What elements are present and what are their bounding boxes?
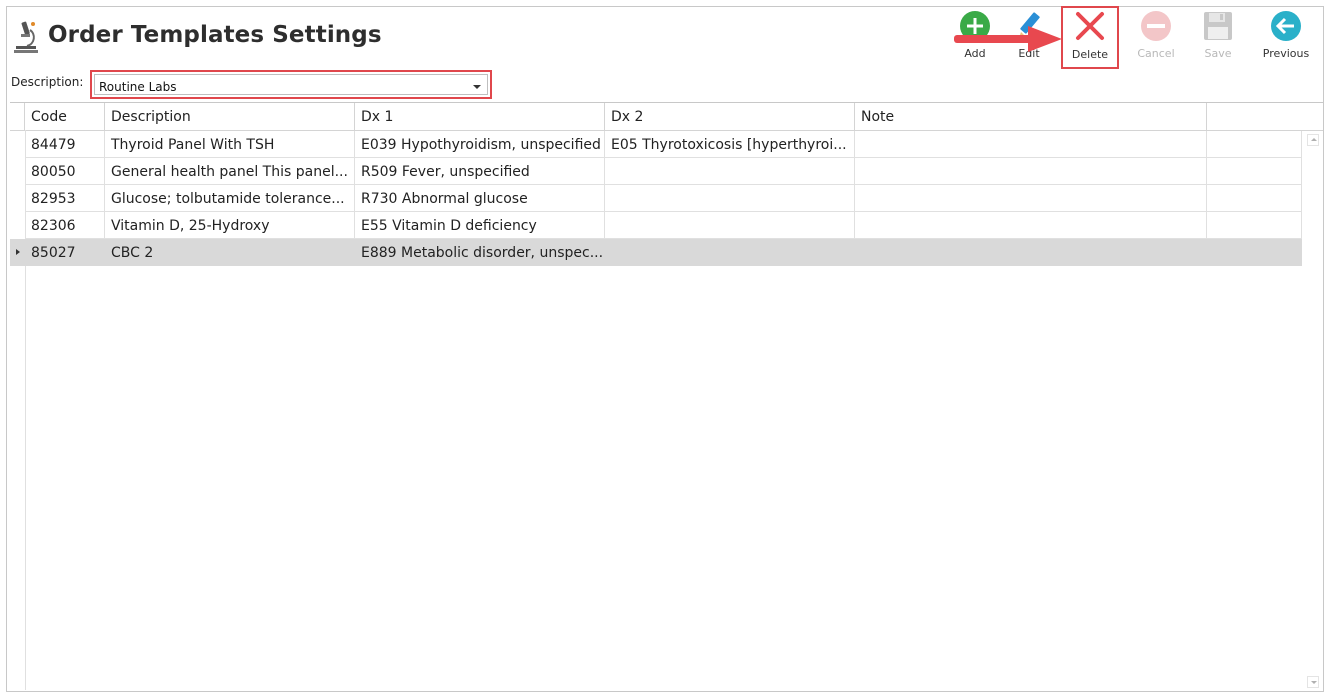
table-row[interactable]: 84479 Thyroid Panel With TSH E039 Hypoth…: [10, 131, 1302, 158]
save-label: Save: [1204, 47, 1232, 60]
description-dropdown[interactable]: Routine Labs: [90, 70, 492, 99]
current-row-pointer-icon: [16, 249, 20, 255]
cell-description[interactable]: General health panel This panel...: [105, 158, 355, 185]
table-row-selected[interactable]: 85027 CBC 2 E889 Metabolic disorder, uns…: [10, 239, 1302, 266]
description-dropdown-value: Routine Labs: [99, 80, 177, 94]
page-title: Order Templates Settings: [48, 22, 382, 48]
column-header-note[interactable]: Note: [855, 103, 1207, 130]
cell-filler: [1207, 185, 1302, 212]
cell-filler: [1207, 158, 1302, 185]
templates-grid: Code Description Dx 1 Dx 2 Note 84479 Th…: [10, 102, 1323, 692]
close-icon: [1076, 12, 1104, 40]
cell-dx2[interactable]: [605, 212, 855, 239]
cell-description[interactable]: Glucose; tolbutamide tolerance...: [105, 185, 355, 212]
cell-dx1[interactable]: E55 Vitamin D deficiency: [355, 212, 605, 239]
header-indicator: [10, 103, 25, 130]
cell-filler: [1207, 131, 1302, 158]
cell-filler: [1207, 239, 1302, 266]
column-header-dx1[interactable]: Dx 1: [355, 103, 605, 130]
cancel-button[interactable]: Cancel: [1124, 8, 1188, 64]
cell-dx2[interactable]: [605, 185, 855, 212]
table-row[interactable]: 82953 Glucose; tolbutamide tolerance... …: [10, 185, 1302, 212]
cell-code[interactable]: 82953: [25, 185, 105, 212]
cell-note[interactable]: [855, 212, 1207, 239]
scroll-down-icon[interactable]: [1307, 676, 1319, 688]
description-label: Description:: [11, 75, 84, 89]
cell-dx2[interactable]: E05 Thyrotoxicosis [hyperthyroi...: [605, 131, 855, 158]
cell-description[interactable]: CBC 2: [105, 239, 355, 266]
delete-label: Delete: [1071, 48, 1109, 61]
cell-note[interactable]: [855, 239, 1207, 266]
cell-dx2[interactable]: [605, 239, 855, 266]
table-row[interactable]: 80050 General health panel This panel...…: [10, 158, 1302, 185]
cell-dx1[interactable]: E889 Metabolic disorder, unspec...: [355, 239, 605, 266]
cell-dx1[interactable]: E039 Hypothyroidism, unspecified: [355, 131, 605, 158]
previous-button[interactable]: Previous: [1254, 8, 1318, 64]
cell-dx1[interactable]: R509 Fever, unspecified: [355, 158, 605, 185]
microscope-icon: [14, 21, 38, 53]
delete-button[interactable]: Delete: [1061, 6, 1119, 69]
chevron-down-icon[interactable]: [473, 85, 481, 89]
cancel-icon: [1141, 11, 1171, 41]
scroll-up-icon[interactable]: [1307, 134, 1319, 146]
vertical-scrollbar[interactable]: [1303, 130, 1323, 692]
cancel-label: Cancel: [1137, 47, 1175, 60]
table-row[interactable]: 82306 Vitamin D, 25-Hydroxy E55 Vitamin …: [10, 212, 1302, 239]
cell-note[interactable]: [855, 158, 1207, 185]
cell-code[interactable]: 84479: [25, 131, 105, 158]
cell-dx1[interactable]: R730 Abnormal glucose: [355, 185, 605, 212]
column-header-dx2[interactable]: Dx 2: [605, 103, 855, 130]
cell-filler: [1207, 212, 1302, 239]
cell-note[interactable]: [855, 185, 1207, 212]
cell-code[interactable]: 80050: [25, 158, 105, 185]
column-header-description[interactable]: Description: [105, 103, 355, 130]
arrow-left-icon: [1271, 11, 1301, 41]
grid-header: Code Description Dx 1 Dx 2 Note: [10, 103, 1323, 131]
annotation-arrow-icon: [954, 26, 1062, 52]
cell-description[interactable]: Vitamin D, 25-Hydroxy: [105, 212, 355, 239]
cell-note[interactable]: [855, 131, 1207, 158]
save-button[interactable]: Save: [1186, 8, 1250, 64]
floppy-disk-icon: [1204, 12, 1232, 40]
cell-description[interactable]: Thyroid Panel With TSH: [105, 131, 355, 158]
column-header-code[interactable]: Code: [25, 103, 105, 130]
cell-code[interactable]: 85027: [25, 239, 105, 266]
cell-dx2[interactable]: [605, 158, 855, 185]
cell-code[interactable]: 82306: [25, 212, 105, 239]
previous-label: Previous: [1262, 47, 1310, 60]
